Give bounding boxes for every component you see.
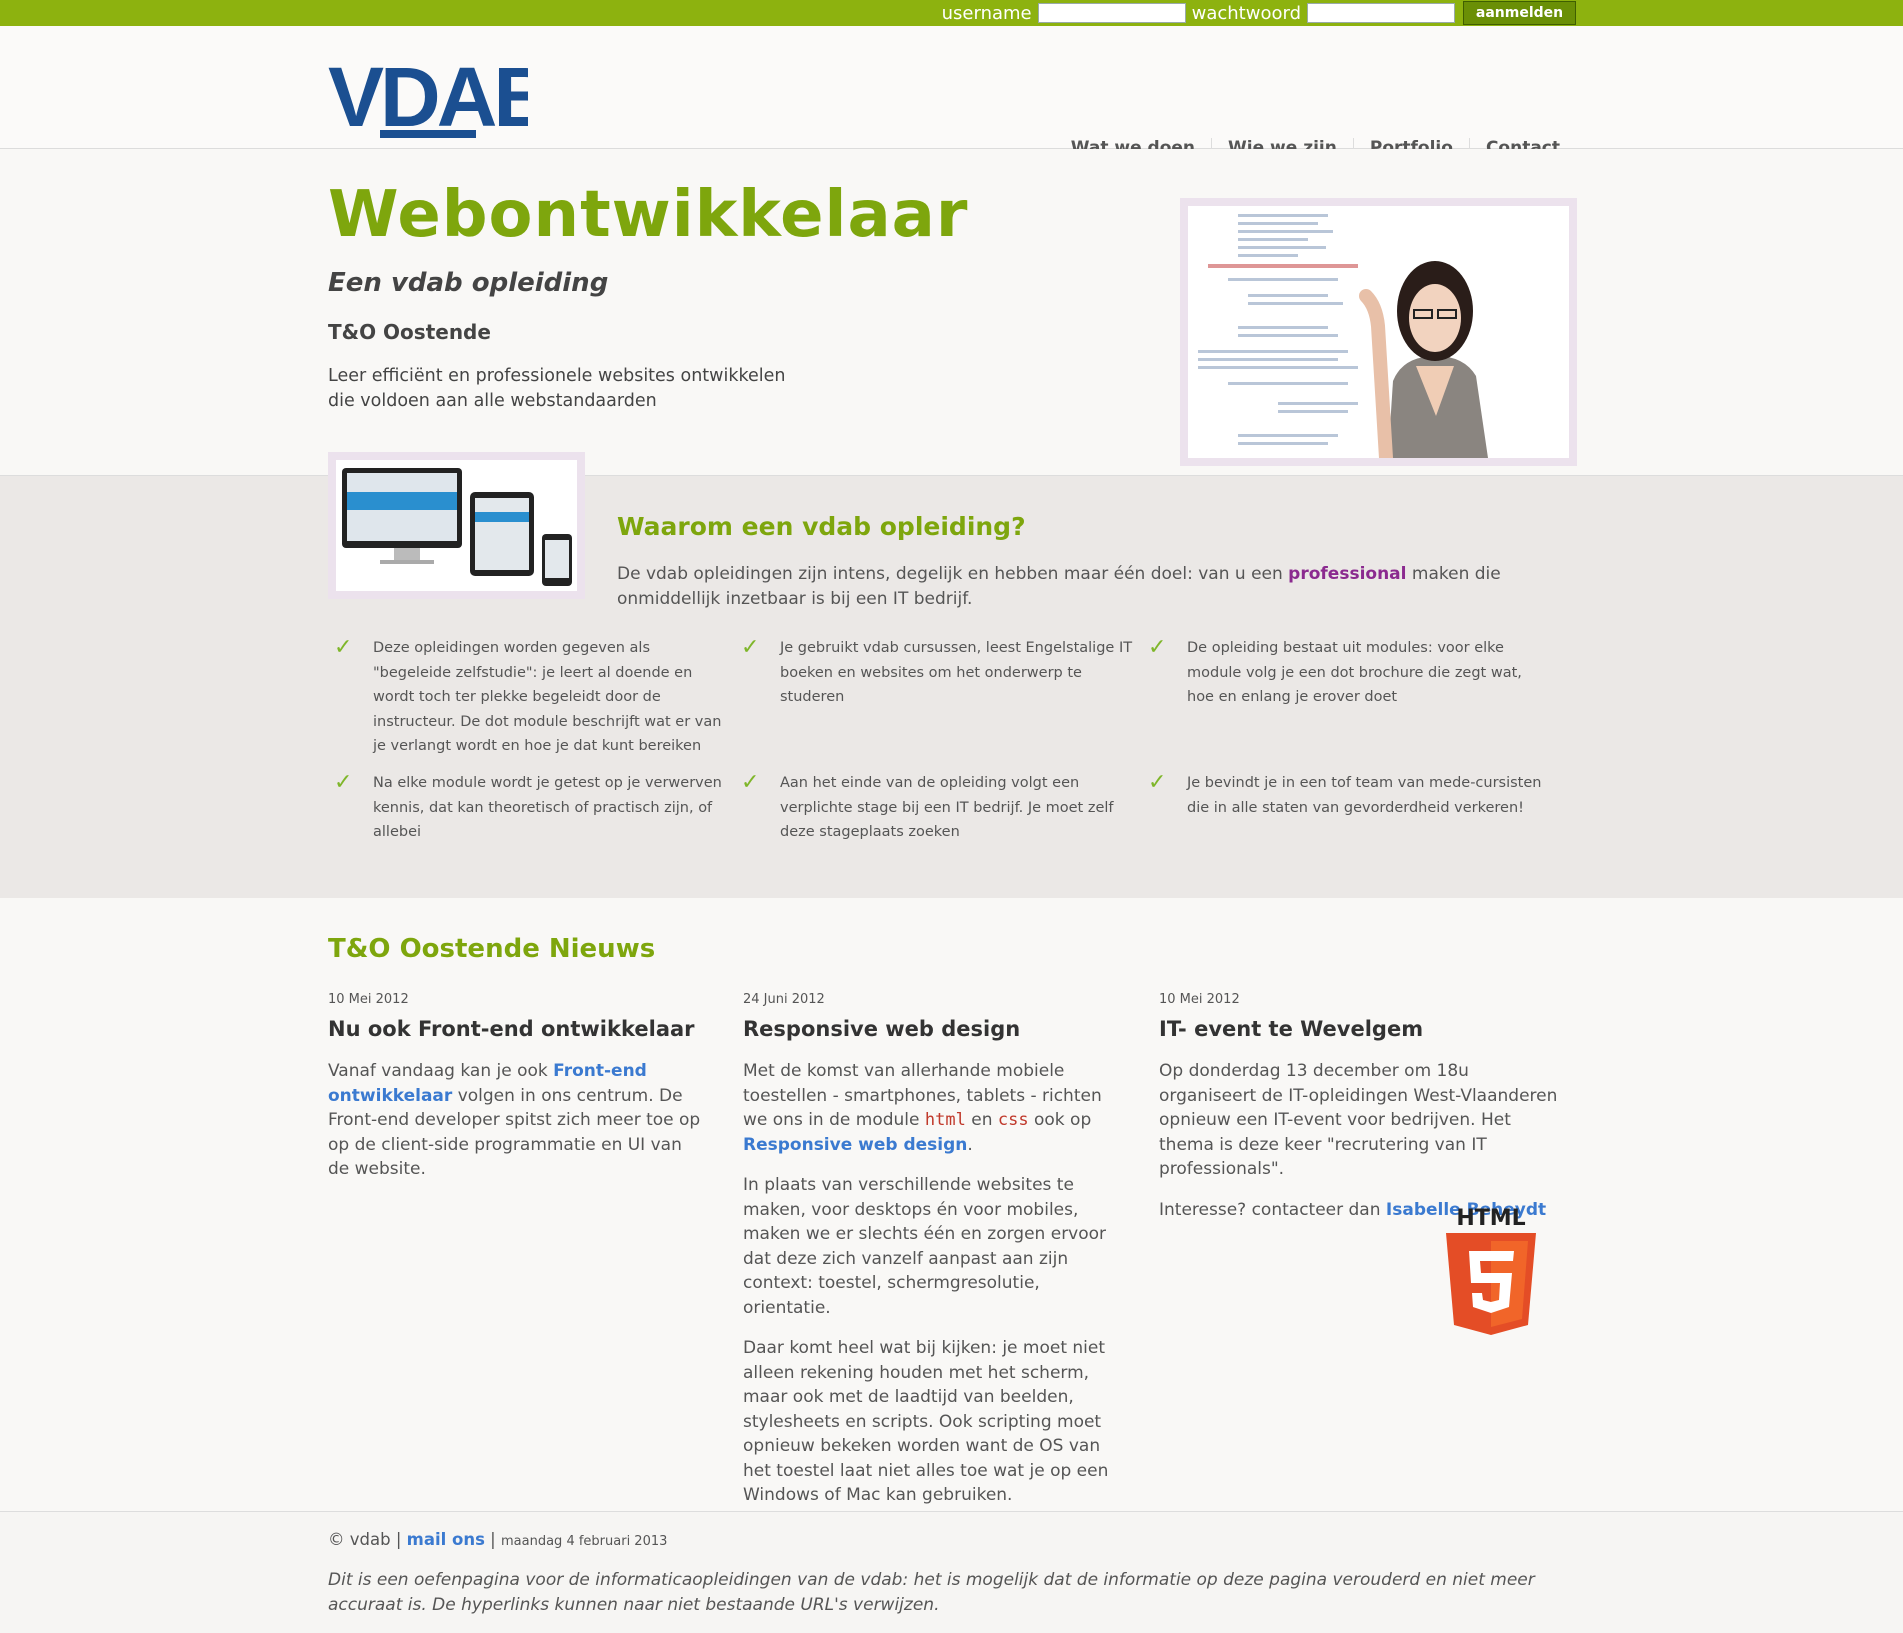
benefit-text: Na elke module wordt je getest op je ver…: [373, 775, 722, 840]
news-text-a: Vanaf vandaag kan je ook: [328, 1061, 548, 1081]
footer-meta: © vdab | mail ons | maandag 4 februari 2…: [328, 1530, 668, 1549]
news-text-end: .: [967, 1134, 973, 1155]
responsive-link[interactable]: Responsive web design: [743, 1135, 967, 1155]
username-label: username: [941, 2, 1032, 24]
checkmark-icon: ✓: [1148, 770, 1167, 795]
news-text: Met de komst van allerhande mobiele toes…: [743, 1059, 1123, 1157]
professional-link[interactable]: professional: [1288, 564, 1406, 584]
hero-image: [1180, 198, 1577, 466]
woman-code-image: [1188, 206, 1569, 458]
html5-logo-text: HTML: [1456, 1206, 1525, 1231]
hero-lead-line-1: Leer efficiënt en professionele websites…: [328, 366, 786, 386]
checkmark-icon: ✓: [1148, 635, 1167, 660]
news-date: 24 Juni 2012: [743, 992, 825, 1007]
mail-link[interactable]: mail ons: [407, 1530, 485, 1549]
news-text-2: In plaats van verschillende websites te …: [743, 1175, 1107, 1318]
vdab-logo[interactable]: VDAB: [328, 54, 528, 160]
code-html: html: [924, 1110, 966, 1130]
news-item-3: 10 Mei 2012 IT- event te Wevelgem Op don…: [1159, 988, 1569, 1238]
news-text-mid: en: [971, 1110, 993, 1130]
site-header: VDAB Wat we doen Wie we zijn Portfolio C…: [0, 26, 1903, 158]
news-text-b: ook op: [1034, 1110, 1092, 1130]
page-title: Webontwikkelaar: [328, 178, 969, 252]
benefit-text: De opleiding bestaat uit modules: voor e…: [1187, 640, 1522, 705]
copyright: © vdab: [328, 1530, 391, 1549]
news-text-a: Interesse? contacteer dan: [1159, 1199, 1381, 1220]
news-item-2: 24 Juni 2012 Responsive web design Met d…: [743, 988, 1123, 1524]
benefit-text: Deze opleidingen worden gegeven als "beg…: [373, 640, 722, 754]
news-date: 10 Mei 2012: [328, 992, 409, 1007]
news-text: Op donderdag 13 december om 18u organise…: [1159, 1061, 1558, 1179]
footer-date: maandag 4 februari 2013: [501, 1534, 668, 1549]
html5-logo: HTML: [1446, 1206, 1536, 1335]
news-title: IT- event te Wevelgem: [1159, 1016, 1424, 1041]
benefit-text: Je bevindt je in een tof team van mede-c…: [1187, 775, 1542, 816]
login-form: username wachtwoord aanmelden: [936, 1, 1576, 25]
news-heading: T&O Oostende Nieuws: [328, 934, 656, 964]
news-title: Nu ook Front-end ontwikkelaar: [328, 1016, 695, 1041]
news-text: Vanaf vandaag kan je ook Front-end ontwi…: [328, 1059, 708, 1182]
login-bar: username wachtwoord aanmelden: [0, 0, 1903, 26]
why-paragraph: De vdab opleidingen zijn intens, degelij…: [617, 562, 1577, 612]
news-date: 10 Mei 2012: [1159, 992, 1240, 1007]
footer-note: Dit is een oefenpagina voor de informati…: [328, 1570, 1535, 1615]
news-title: Responsive web design: [743, 1016, 1021, 1041]
news-item-1: 10 Mei 2012 Nu ook Front-end ontwikkelaa…: [328, 988, 708, 1198]
devices-image: [328, 452, 585, 599]
checkmark-icon: ✓: [741, 770, 760, 795]
checkmark-icon: ✓: [334, 770, 353, 795]
page-subtitle: Een vdab opleiding: [328, 268, 609, 298]
login-button[interactable]: aanmelden: [1463, 1, 1576, 25]
hero-lead: Leer efficiënt en professionele websites…: [328, 364, 848, 414]
code-css: css: [997, 1110, 1029, 1130]
username-input[interactable]: [1037, 3, 1186, 23]
benefit-text: Aan het einde van de opleiding volgt een…: [780, 775, 1114, 840]
password-label: wachtwoord: [1191, 2, 1301, 24]
password-input[interactable]: [1307, 3, 1455, 23]
checkmark-icon: ✓: [334, 635, 353, 660]
location-heading: T&O Oostende: [328, 320, 491, 344]
why-text-before: De vdab opleidingen zijn intens, degelij…: [617, 564, 1283, 584]
hero-lead-line-2: die voldoen aan alle webstandaarden: [328, 391, 657, 411]
checkmark-icon: ✓: [741, 635, 760, 660]
why-heading: Waarom een vdab opleiding?: [617, 512, 1026, 541]
responsive-devices-image: [336, 460, 577, 591]
benefit-text: Je gebruikt vdab cursussen, leest Engels…: [780, 640, 1133, 705]
news-text-3: Daar komt heel wat bij kijken: je moet n…: [743, 1338, 1109, 1505]
